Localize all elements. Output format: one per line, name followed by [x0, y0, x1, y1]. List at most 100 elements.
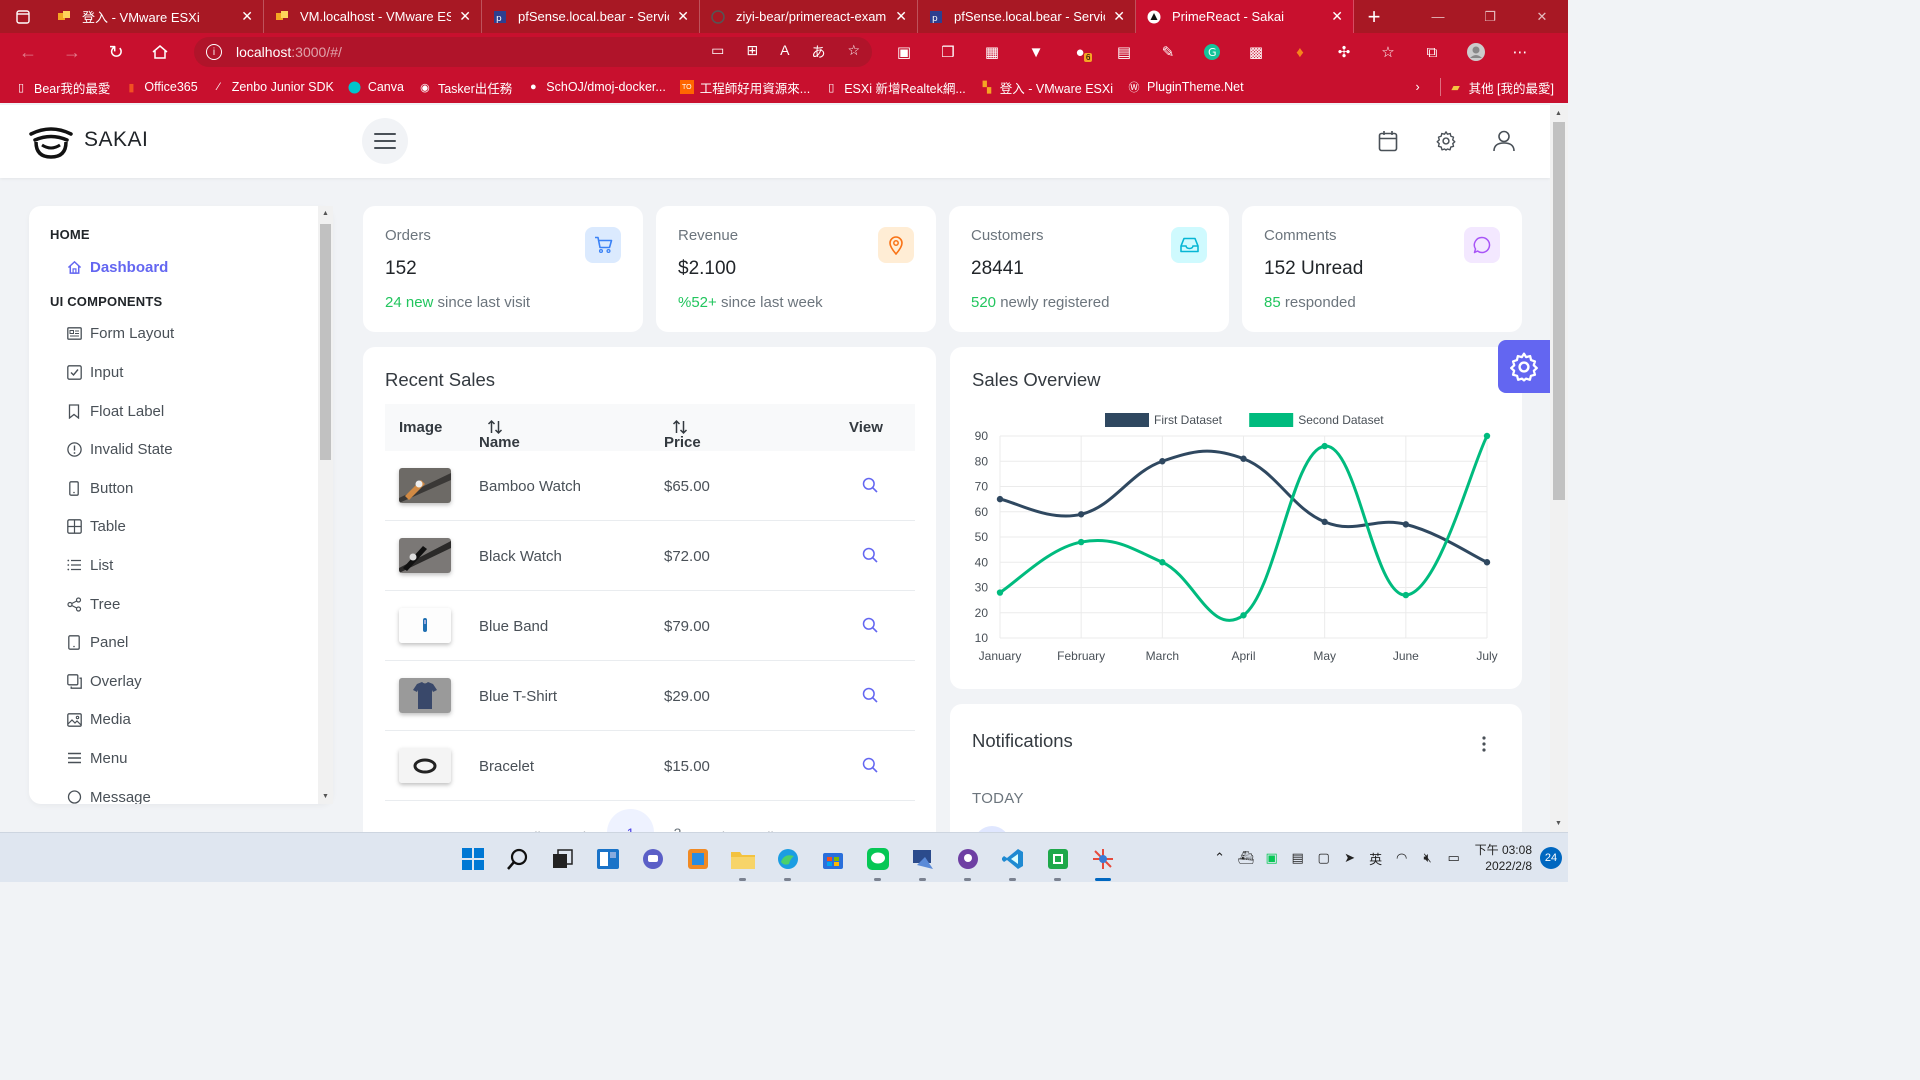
volume-muted-icon[interactable]: 🔇︎: [1416, 850, 1440, 866]
scroll-up-arrow-icon[interactable]: ▲: [322, 210, 329, 217]
more-bookmarks-chevron-icon[interactable]: ›: [1404, 80, 1432, 94]
view-search-icon[interactable]: [862, 547, 878, 567]
battery-icon[interactable]: ▭: [1442, 850, 1466, 866]
network-adapter-icon[interactable]: ▤: [1286, 850, 1310, 866]
close-tab-icon[interactable]: ✕: [459, 8, 471, 25]
extension-icon[interactable]: ❒: [926, 33, 970, 71]
back-icon[interactable]: ←: [6, 33, 50, 71]
edge-browser-icon[interactable]: [765, 842, 810, 881]
bookmark-item[interactable]: ◉ Tasker出任務: [418, 78, 512, 97]
extension-icon[interactable]: ✎: [1146, 33, 1190, 71]
menu-toggle-button[interactable]: [362, 118, 408, 164]
address-bar[interactable]: i localhost:3000/#/ ▭ ⊞ A あ ☆: [194, 37, 872, 67]
show-hidden-icons-chevron-icon[interactable]: ⌃: [1208, 850, 1232, 866]
github-desktop-icon[interactable]: [945, 842, 990, 881]
sidebar-item-input[interactable]: Input: [66, 353, 333, 392]
location-icon[interactable]: ➤: [1338, 850, 1362, 866]
line-app-icon[interactable]: [855, 842, 900, 881]
more-options-icon[interactable]: ⋯: [1498, 33, 1542, 71]
translate-icon[interactable]: あ: [811, 42, 825, 62]
close-tab-icon[interactable]: ✕: [1113, 8, 1125, 25]
calendar-icon[interactable]: [1376, 126, 1400, 156]
extension-badge-icon[interactable]: ● 6: [1058, 33, 1102, 71]
collections-icon[interactable]: ⧉: [1410, 33, 1454, 71]
other-bookmarks-folder[interactable]: ▰ 其他 [我的最愛]: [1449, 78, 1554, 97]
bookmark-item[interactable]: ▯ ESXi 新增Realtek網...: [824, 78, 966, 97]
app-logo[interactable]: SAKAI: [28, 120, 148, 160]
home-icon[interactable]: [138, 33, 182, 71]
user-profile-icon[interactable]: [1492, 126, 1516, 156]
close-tab-icon[interactable]: ✕: [677, 8, 689, 25]
bookmark-item[interactable]: Canva: [348, 80, 404, 94]
bookmark-item[interactable]: ▮ Office365: [124, 80, 197, 94]
page-scrollbar[interactable]: ▲ ▼: [1550, 105, 1568, 832]
scrollbar-thumb[interactable]: [320, 224, 331, 460]
search-icon[interactable]: [495, 842, 540, 876]
browser-tab[interactable]: VM.localhost - VMware ESX ✕: [264, 0, 482, 33]
bookmark-item[interactable]: ● SchOJ/dmoj-docker...: [526, 80, 666, 94]
browser-tab[interactable]: p pfSense.local.bear - Service ✕: [918, 0, 1136, 33]
sidebar-item-tree[interactable]: Tree: [66, 585, 333, 624]
layout-config-button[interactable]: [1498, 340, 1550, 393]
sidebar-item-table[interactable]: Table: [66, 508, 333, 547]
more-vertical-icon[interactable]: [1482, 736, 1486, 757]
new-tab-button[interactable]: +: [1354, 0, 1394, 33]
bookmark-item[interactable]: ▚ 登入 - VMware ESXi: [980, 78, 1113, 97]
active-app-icon[interactable]: [1080, 842, 1125, 881]
browser-tab[interactable]: ziyi-bear/primereact-examp ✕: [700, 0, 918, 33]
browser-tab[interactable]: 登入 - VMware ESXi ✕: [46, 0, 264, 33]
column-header-price[interactable]: Price: [664, 419, 701, 451]
refresh-icon[interactable]: ↻: [94, 33, 138, 71]
sidebar-item-form-layout[interactable]: Form Layout: [66, 315, 333, 354]
close-window-icon[interactable]: ✕: [1516, 0, 1568, 33]
view-search-icon[interactable]: [862, 477, 878, 497]
snipping-tool-icon[interactable]: [675, 842, 720, 876]
grammarly-icon[interactable]: G: [1190, 33, 1234, 71]
restore-icon[interactable]: ❐: [1464, 0, 1516, 33]
sidebar-item-menu[interactable]: Menu: [66, 739, 333, 778]
start-button[interactable]: [450, 842, 495, 876]
sidebar-item-panel[interactable]: Panel: [66, 623, 333, 662]
site-info-icon[interactable]: i: [206, 44, 222, 60]
close-tab-icon[interactable]: ✕: [241, 8, 253, 25]
extension-icon[interactable]: ▤: [1102, 33, 1146, 71]
sort-icon[interactable]: [672, 419, 688, 435]
teams-chat-icon[interactable]: [630, 842, 675, 876]
vscode-icon[interactable]: [990, 842, 1035, 881]
scroll-down-arrow-icon[interactable]: ▼: [322, 793, 329, 800]
task-view-icon[interactable]: [540, 842, 585, 876]
bookmark-item[interactable]: Ⓦ PluginTheme.Net: [1127, 80, 1244, 94]
extensions-puzzle-icon[interactable]: ✣: [1322, 33, 1366, 71]
extension-icon[interactable]: ▩: [1234, 33, 1278, 71]
notification-center-badge[interactable]: 24: [1540, 847, 1562, 869]
bookmark-item[interactable]: TO 工程師好用資源來...: [679, 78, 810, 97]
read-aloud-icon[interactable]: A: [780, 42, 789, 62]
remote-desktop-icon[interactable]: [900, 842, 945, 881]
metamask-icon[interactable]: ♦: [1278, 33, 1322, 71]
column-header-name[interactable]: Name: [479, 419, 520, 451]
green-app-icon[interactable]: [1035, 842, 1080, 881]
tray-app-icon[interactable]: ▢: [1312, 850, 1336, 866]
forward-icon[interactable]: →: [50, 33, 94, 71]
bookmark-item[interactable]: ▯ Bear我的最愛: [14, 78, 110, 97]
sidebar-scrollbar[interactable]: ▲ ▼: [318, 206, 333, 804]
file-explorer-icon[interactable]: [720, 842, 765, 881]
browser-tab[interactable]: p pfSense.local.bear - Service ✕: [482, 0, 700, 33]
browser-tab-active[interactable]: PrimeReact - Sakai ✕: [1136, 0, 1354, 33]
favorites-icon[interactable]: ☆: [1366, 33, 1410, 71]
favorite-star-icon[interactable]: ☆: [847, 42, 860, 62]
apps-grid-icon[interactable]: ⊞: [746, 42, 758, 62]
widgets-icon[interactable]: [585, 842, 630, 876]
microsoft-store-icon[interactable]: [810, 842, 855, 876]
wifi-icon[interactable]: ◠: [1390, 850, 1414, 866]
minimize-icon[interactable]: —: [1412, 0, 1464, 33]
view-search-icon[interactable]: [862, 687, 878, 707]
sidebar-item-overlay[interactable]: Overlay: [66, 662, 333, 701]
sidebar-item-dashboard[interactable]: Dashboard: [66, 248, 333, 287]
close-tab-icon[interactable]: ✕: [1331, 8, 1343, 25]
sidebar-item-media[interactable]: Media: [66, 701, 333, 740]
sidebar-item-list[interactable]: List: [66, 546, 333, 585]
tab-actions-button[interactable]: [0, 0, 46, 33]
bookmark-item[interactable]: ⁄ Zenbo Junior SDK: [212, 80, 334, 94]
view-search-icon[interactable]: [862, 757, 878, 777]
